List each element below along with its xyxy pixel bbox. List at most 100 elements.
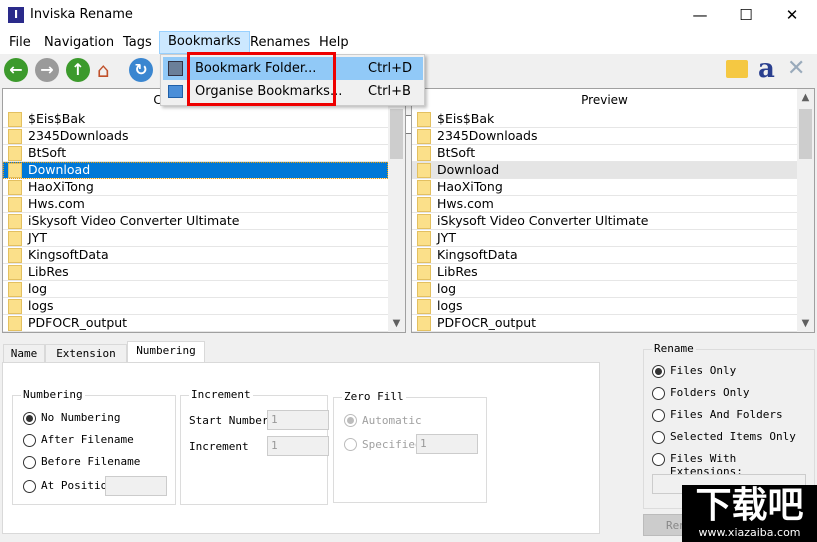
- increment-label: Increment: [189, 440, 249, 453]
- file-row[interactable]: KingsoftData: [3, 247, 388, 264]
- file-name: log: [28, 281, 48, 296]
- before-filename-radio[interactable]: [23, 456, 36, 469]
- tools-icon[interactable]: ✕: [787, 56, 805, 81]
- file-name: JYT: [437, 230, 456, 245]
- file-row[interactable]: Hws.com: [412, 196, 797, 213]
- file-row[interactable]: 2345Downloads: [3, 128, 388, 145]
- forward-icon[interactable]: →: [35, 58, 59, 82]
- file-row[interactable]: Download: [412, 162, 797, 179]
- close-button[interactable]: ✕: [769, 0, 815, 30]
- app-icon: I: [8, 7, 24, 23]
- tab-numbering[interactable]: Numbering: [127, 341, 205, 363]
- file-row[interactable]: HaoXiTong: [412, 179, 797, 196]
- folder-icon: [8, 180, 22, 195]
- file-row[interactable]: $Eis$Bak: [3, 111, 388, 128]
- folder-icon: [417, 129, 431, 144]
- menu-renames[interactable]: Renames: [250, 33, 310, 52]
- tab-extension[interactable]: Extension: [45, 344, 127, 362]
- file-name: BtSoft: [28, 145, 67, 160]
- menu-bookmarks[interactable]: Bookmarks: [159, 31, 250, 54]
- current-name-pane[interactable]: Current Name $Eis$Bak2345DownloadsBtSoft…: [2, 88, 406, 333]
- folder-icon: [8, 214, 22, 229]
- files-and-folders-radio[interactable]: [652, 409, 665, 422]
- back-icon[interactable]: ←: [4, 58, 28, 82]
- folder-icon: [8, 197, 22, 212]
- file-name: Download: [28, 162, 91, 177]
- file-name: PDFOCR_output: [28, 315, 128, 330]
- start-number-input[interactable]: 1: [267, 410, 329, 430]
- zero-fill-group: Zero Fill Automatic Specified 1: [333, 390, 487, 503]
- no-numbering-radio[interactable]: [23, 412, 36, 425]
- file-row[interactable]: KingsoftData: [412, 247, 797, 264]
- selected-items-only-radio[interactable]: [652, 431, 665, 444]
- file-name: LibRes: [28, 264, 69, 279]
- right-scrollbar[interactable]: ▲ ▼: [797, 89, 814, 332]
- menu-tags[interactable]: Tags: [123, 33, 152, 52]
- preview-header: Preview: [581, 93, 628, 107]
- at-position-radio[interactable]: [23, 480, 36, 493]
- specified-radio[interactable]: [344, 438, 357, 451]
- file-row[interactable]: logs: [412, 298, 797, 315]
- file-name: $Eis$Bak: [28, 111, 86, 126]
- folders-only-radio[interactable]: [652, 387, 665, 400]
- folder-icon: [417, 299, 431, 314]
- menu-bar: File Navigation Tags Bookmarks Renames H…: [0, 30, 817, 54]
- file-row[interactable]: $Eis$Bak: [412, 111, 797, 128]
- folder-icon: [8, 163, 22, 178]
- file-row[interactable]: HaoXiTong: [3, 179, 388, 196]
- maximize-button[interactable]: ☐: [723, 0, 769, 30]
- minimize-button[interactable]: —: [677, 0, 723, 30]
- tab-name[interactable]: Name: [3, 344, 45, 362]
- file-row[interactable]: PDFOCR_output: [412, 315, 797, 332]
- numbering-group-title: Numbering: [21, 388, 85, 401]
- file-row[interactable]: JYT: [412, 230, 797, 247]
- file-row[interactable]: log: [412, 281, 797, 298]
- file-name: logs: [28, 298, 54, 313]
- file-row[interactable]: logs: [3, 298, 388, 315]
- increment-group-title: Increment: [189, 388, 253, 401]
- file-row[interactable]: BtSoft: [412, 145, 797, 162]
- folder-icon: [8, 316, 22, 331]
- file-row[interactable]: Hws.com: [3, 196, 388, 213]
- file-row[interactable]: LibRes: [3, 264, 388, 281]
- menu-help[interactable]: Help: [319, 33, 349, 52]
- preview-pane[interactable]: Preview $Eis$Bak 2345Downloads BtSoft Downl…: [411, 88, 815, 333]
- window-title: Inviska Rename: [30, 7, 133, 22]
- left-scrollbar[interactable]: ▲▼: [388, 89, 405, 332]
- refresh-icon[interactable]: ↻: [129, 58, 153, 82]
- file-row[interactable]: JYT: [3, 230, 388, 247]
- font-icon[interactable]: a: [758, 54, 775, 84]
- file-name: logs: [437, 298, 463, 313]
- increment-input[interactable]: 1: [267, 436, 329, 456]
- at-position-label: At Position: [41, 479, 114, 492]
- file-row[interactable]: BtSoft: [3, 145, 388, 162]
- file-row[interactable]: LibRes: [412, 264, 797, 281]
- specified-input[interactable]: 1: [416, 434, 478, 454]
- file-row[interactable]: Download: [3, 162, 388, 179]
- position-input[interactable]: [105, 476, 167, 496]
- watermark-logo: 下载吧 www.xiazaiba.com: [682, 485, 817, 542]
- home-icon[interactable]: ⌂: [97, 58, 110, 82]
- file-name: HaoXiTong: [437, 179, 503, 194]
- folder-icon: [417, 316, 431, 331]
- files-only-radio[interactable]: [652, 365, 665, 378]
- file-row[interactable]: log: [3, 281, 388, 298]
- file-row[interactable]: iSkysoft Video Converter Ultimate: [412, 213, 797, 230]
- files-with-extensions-radio[interactable]: [652, 453, 665, 466]
- up-icon[interactable]: ↑: [66, 58, 90, 82]
- file-row[interactable]: PDFOCR_output: [3, 315, 388, 332]
- numbering-tab-panel: Numbering No Numbering After Filename Be…: [2, 362, 600, 534]
- bookmark-folder-shortcut: Ctrl+D: [368, 61, 413, 76]
- folder-icon: [8, 146, 22, 161]
- add-bookmark-folder-icon[interactable]: [726, 60, 748, 78]
- file-row[interactable]: iSkysoft Video Converter Ultimate: [3, 213, 388, 230]
- file-row[interactable]: 2345Downloads: [412, 128, 797, 145]
- file-name: LibRes: [437, 264, 478, 279]
- files-only-label: Files Only: [670, 364, 737, 377]
- after-filename-radio[interactable]: [23, 434, 36, 447]
- menu-navigation[interactable]: Navigation: [44, 33, 114, 52]
- file-name: 2345Downloads: [437, 128, 538, 143]
- automatic-radio[interactable]: [344, 414, 357, 427]
- menu-file[interactable]: File: [9, 33, 31, 52]
- title-bar: I Inviska Rename — ☐ ✕: [0, 0, 817, 30]
